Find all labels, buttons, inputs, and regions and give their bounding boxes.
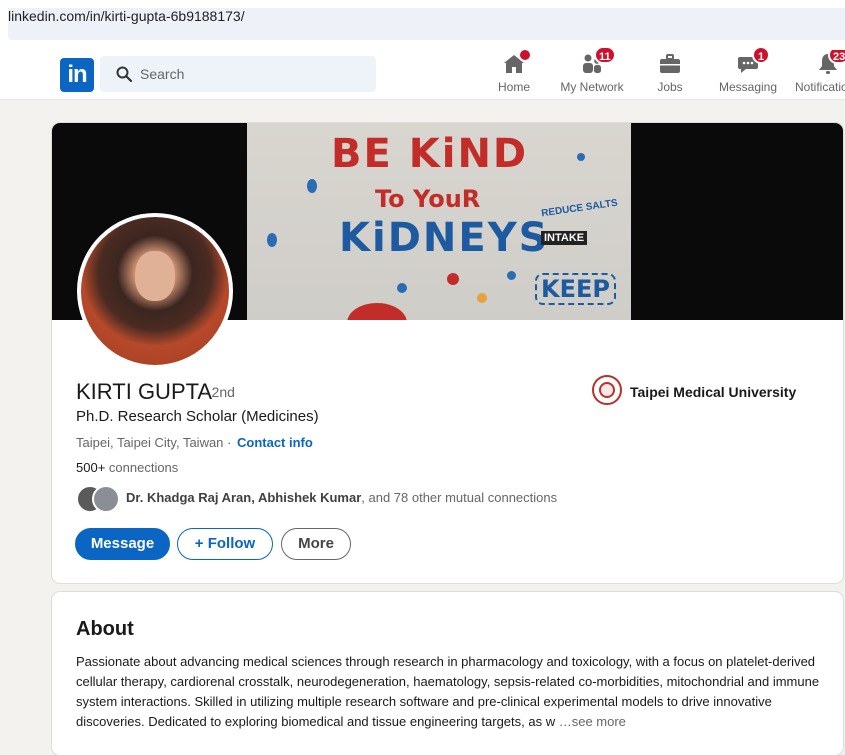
- follow-button[interactable]: + Follow: [177, 528, 273, 560]
- banner-drop: [267, 233, 277, 247]
- contact-info-link[interactable]: Contact info: [237, 435, 313, 450]
- connections-number: 500+: [76, 460, 106, 475]
- nav-notifications-label: Notificatio: [795, 80, 845, 94]
- more-button[interactable]: More: [281, 528, 351, 560]
- nav-messaging[interactable]: 1 Messaging: [708, 46, 788, 96]
- mutual-connections[interactable]: Dr. Khadga Raj Aran, Abhishek Kumar, and…: [126, 490, 557, 505]
- banner-poster-image: BE KiND To YouR KiDNEYS REDUCE SALTS INT…: [247, 123, 631, 320]
- connection-degree: · 2nd: [203, 384, 235, 400]
- profile-headline: Ph.D. Research Scholar (Medicines): [76, 408, 319, 425]
- banner-text-line2: To YouR: [375, 185, 481, 213]
- university-logo[interactable]: [592, 375, 622, 405]
- message-button[interactable]: Message: [75, 528, 170, 560]
- linkedin-logo[interactable]: in: [60, 58, 94, 92]
- banner-dot: [447, 273, 459, 285]
- mutual-names: Dr. Khadga Raj Aran, Abhishek Kumar: [126, 490, 362, 505]
- banner-text-line1: BE KiND: [331, 131, 529, 177]
- notifications-badge: 23: [828, 50, 845, 64]
- about-text: Passionate about advancing medical scien…: [76, 652, 821, 732]
- url-text[interactable]: linkedin.com/in/kirti-gupta-6b9188173/: [8, 8, 245, 24]
- university-name[interactable]: Taipei Medical University: [630, 384, 796, 400]
- browser-url-bar: linkedin.com/in/kirti-gupta-6b9188173/: [0, 0, 845, 44]
- briefcase-icon: [660, 54, 680, 73]
- nav-home[interactable]: Home: [474, 48, 554, 96]
- banner-blob: [347, 303, 407, 320]
- about-card: About Passionate about advancing medical…: [52, 592, 843, 755]
- see-more-link[interactable]: …see more: [555, 714, 626, 729]
- about-heading: About: [76, 618, 134, 640]
- connections-count[interactable]: 500+ connections: [76, 460, 178, 475]
- banner-text-keep: KEEP: [535, 273, 616, 305]
- profile-photo-face: [135, 251, 175, 301]
- nav-my-network-label: My Network: [560, 80, 624, 94]
- nav-jobs[interactable]: Jobs: [630, 50, 710, 96]
- top-nav: in Search Home 11 My Network Jobs 1 Mess…: [0, 44, 845, 100]
- banner-dot: [397, 283, 407, 293]
- connections-label: connections: [105, 460, 179, 475]
- banner-drop: [307, 179, 317, 193]
- nav-home-label: Home: [497, 80, 530, 94]
- banner-dot: [507, 271, 516, 280]
- university-logo-seal: [599, 382, 615, 398]
- profile-card: BE KiND To YouR KiDNEYS REDUCE SALTS INT…: [52, 123, 843, 583]
- mutual-avatar: [92, 485, 120, 513]
- search-icon: [116, 66, 132, 82]
- profile-photo[interactable]: [77, 213, 233, 369]
- mutual-rest: , and 78 other mutual connections: [361, 490, 558, 505]
- banner-dot: [577, 153, 585, 161]
- nav-messaging-label: Messaging: [718, 80, 778, 94]
- banner-text-intake: INTAKE: [541, 231, 588, 245]
- profile-name: KIRTI GUPTA: [76, 379, 213, 404]
- search-box[interactable]: Search: [100, 56, 376, 92]
- banner-text-line3: KiDNEYS: [339, 215, 550, 261]
- nav-my-network[interactable]: 11 My Network: [552, 46, 632, 96]
- messaging-badge: 1: [752, 46, 770, 64]
- nav-jobs-label: Jobs: [657, 80, 683, 94]
- search-placeholder: Search: [140, 66, 185, 82]
- banner-dot: [477, 293, 487, 303]
- network-badge: 11: [594, 46, 616, 64]
- home-badge-dot: [518, 48, 532, 62]
- about-body: Passionate about advancing medical scien…: [76, 654, 820, 729]
- nav-notifications[interactable]: 23 Notificatio: [786, 50, 845, 96]
- banner-text-reduce: REDUCE SALTS: [540, 197, 619, 220]
- profile-location: Taipei, Taipei City, Taiwan ·: [76, 435, 232, 450]
